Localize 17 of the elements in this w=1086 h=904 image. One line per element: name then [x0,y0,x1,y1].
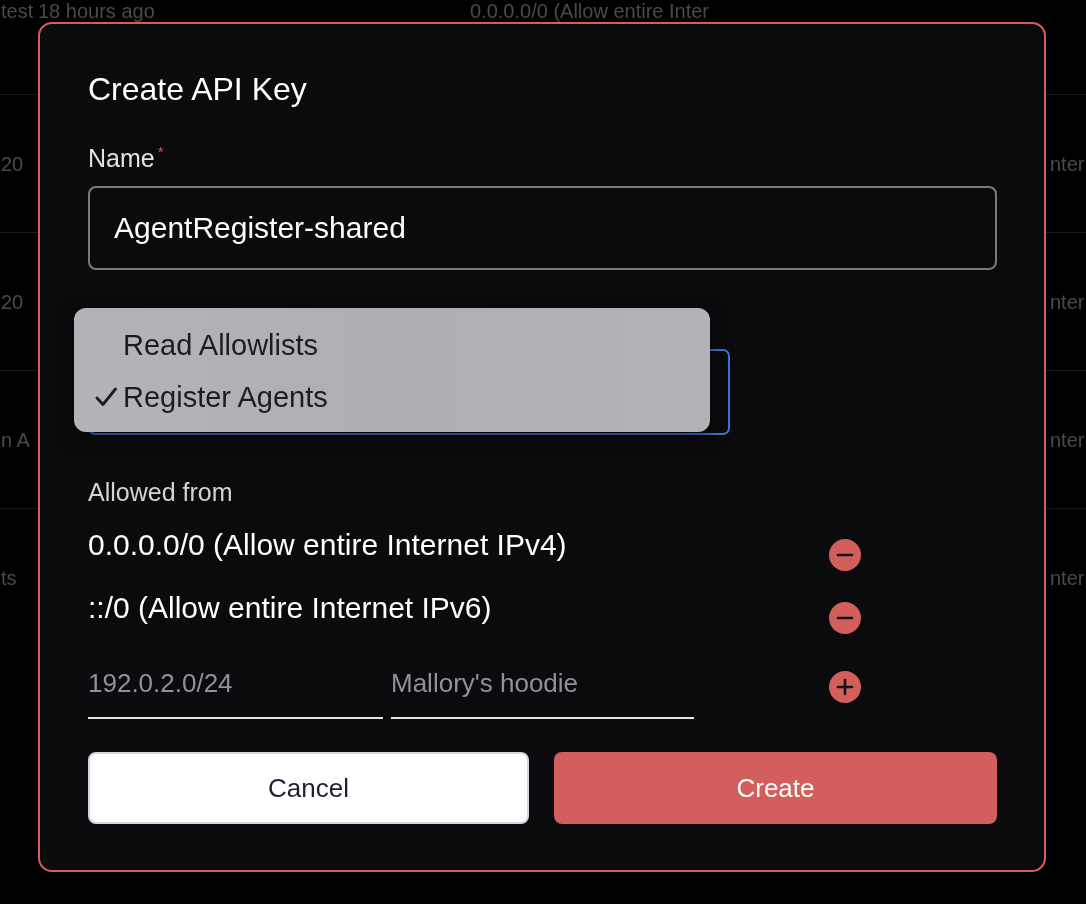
allowed-address: ::/0 (Allow entire Internet IPv6) [88,591,493,625]
table-cell: test [0,0,34,22]
field-label: Name [88,143,155,173]
table-cell: 18 hours ago [38,0,155,22]
required-mark: * [157,144,164,159]
table-cell-text: nter [1049,427,1085,452]
table-cell: 20 [0,151,24,176]
table-cell: ts [0,565,17,590]
table-cell: n A [0,427,30,452]
table-cell: 20 [0,289,24,314]
table-cell: 0.0.0.0/0 (Allow entire Inter [470,0,709,22]
table-cell-text: nter [1049,289,1085,314]
section-label: Allowed from [88,477,233,507]
allowed-address: 0.0.0.0/0 (Allow entire Internet IPv4) [88,528,568,562]
table-cell-text: nter [1049,151,1085,176]
dialog-title: Create API Key [88,70,307,108]
table-cell-text: nter [1049,565,1085,590]
